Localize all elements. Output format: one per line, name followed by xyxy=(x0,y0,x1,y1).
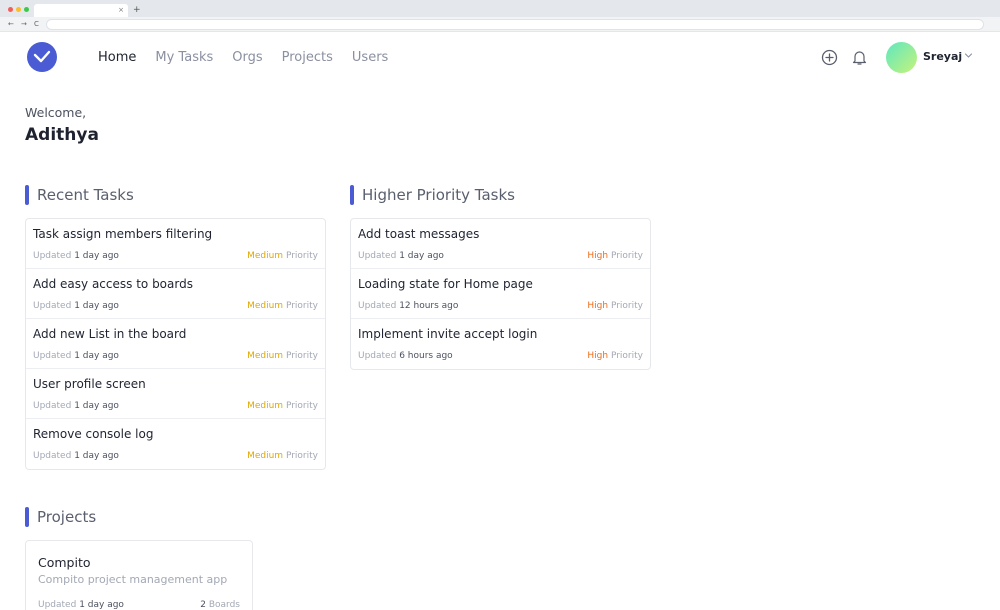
task-updated: Updated 12 hours ago xyxy=(358,301,459,311)
nav-home[interactable]: Home xyxy=(98,49,136,67)
task-title: Implement invite accept login xyxy=(358,327,538,341)
task-row[interactable]: Add easy access to boards Updated 1 day … xyxy=(26,269,325,319)
chevron-down-icon[interactable] xyxy=(964,51,973,60)
browser-chrome: × + ← → C xyxy=(0,0,1000,32)
section-accent-bar xyxy=(25,507,29,527)
user-name[interactable]: Sreyaj xyxy=(923,50,962,64)
project-updated: Updated 1 day ago xyxy=(38,600,124,610)
project-name: Compito xyxy=(38,555,91,570)
project-boards-count: 2 Boards xyxy=(200,600,240,610)
task-priority: Medium Priority xyxy=(247,351,318,361)
main-nav: Home My Tasks Orgs Projects Users xyxy=(98,49,407,67)
section-accent-bar xyxy=(350,185,354,205)
minimize-window-dot[interactable] xyxy=(16,7,21,12)
maximize-window-dot[interactable] xyxy=(24,7,29,12)
address-bar[interactable] xyxy=(46,19,984,30)
nav-users[interactable]: Users xyxy=(352,49,388,67)
task-priority: Medium Priority xyxy=(247,451,318,461)
close-window-dot[interactable] xyxy=(8,7,13,12)
reload-button[interactable]: C xyxy=(34,19,39,30)
projects-heading: Projects xyxy=(25,506,96,528)
welcome-name: Adithya xyxy=(25,125,99,145)
task-row[interactable]: Add new List in the board Updated 1 day … xyxy=(26,319,325,369)
task-priority: High Priority xyxy=(587,351,643,361)
task-row[interactable]: Implement invite accept login Updated 6 … xyxy=(351,319,650,369)
task-title: Add toast messages xyxy=(358,227,480,241)
task-row[interactable]: User profile screen Updated 1 day ago Me… xyxy=(26,369,325,419)
bell-icon[interactable] xyxy=(851,49,868,66)
forward-button[interactable]: → xyxy=(21,19,27,30)
task-title: Loading state for Home page xyxy=(358,277,533,291)
task-updated: Updated 1 day ago xyxy=(33,251,119,261)
task-priority: High Priority xyxy=(587,301,643,311)
task-row[interactable]: Task assign members filtering Updated 1 … xyxy=(26,219,325,269)
task-updated: Updated 1 day ago xyxy=(33,401,119,411)
task-title: Add easy access to boards xyxy=(33,277,193,291)
task-updated: Updated 1 day ago xyxy=(358,251,444,261)
browser-tab[interactable]: × xyxy=(34,4,128,17)
task-title: Add new List in the board xyxy=(33,327,187,341)
task-updated: Updated 1 day ago xyxy=(33,451,119,461)
task-updated: Updated 6 hours ago xyxy=(358,351,453,361)
nav-projects[interactable]: Projects xyxy=(282,49,333,67)
project-description: Compito project management app xyxy=(38,573,228,586)
priority-tasks-title: Higher Priority Tasks xyxy=(362,186,515,204)
nav-my-tasks[interactable]: My Tasks xyxy=(155,49,213,67)
task-updated: Updated 1 day ago xyxy=(33,351,119,361)
priority-tasks-heading: Higher Priority Tasks xyxy=(350,184,515,206)
priority-tasks-card: Add toast messages Updated 1 day ago Hig… xyxy=(350,218,651,370)
plus-circle-icon[interactable] xyxy=(821,49,838,66)
nav-orgs[interactable]: Orgs xyxy=(232,49,262,67)
task-title: Task assign members filtering xyxy=(33,227,213,241)
task-updated: Updated 1 day ago xyxy=(33,301,119,311)
task-row[interactable]: Loading state for Home page Updated 12 h… xyxy=(351,269,650,319)
recent-tasks-card: Task assign members filtering Updated 1 … xyxy=(25,218,326,470)
avatar[interactable] xyxy=(886,42,917,73)
tab-close-icon[interactable]: × xyxy=(118,4,124,17)
task-title: User profile screen xyxy=(33,377,146,391)
section-accent-bar xyxy=(25,185,29,205)
check-logo-icon xyxy=(33,50,51,63)
task-priority: Medium Priority xyxy=(247,401,318,411)
app-logo[interactable] xyxy=(27,42,57,72)
task-row[interactable]: Remove console log Updated 1 day ago Med… xyxy=(26,419,325,469)
projects-title: Projects xyxy=(37,508,97,526)
recent-tasks-heading: Recent Tasks xyxy=(25,184,134,206)
task-row[interactable]: Add toast messages Updated 1 day ago Hig… xyxy=(351,219,650,269)
task-priority: Medium Priority xyxy=(247,301,318,311)
back-button[interactable]: ← xyxy=(8,19,14,30)
project-card[interactable]: Compito Compito project management app U… xyxy=(25,540,253,610)
task-title: Remove console log xyxy=(33,427,154,441)
task-priority: High Priority xyxy=(587,251,643,261)
recent-tasks-title: Recent Tasks xyxy=(37,186,134,204)
tab-strip: × + xyxy=(0,0,1000,17)
task-priority: Medium Priority xyxy=(247,251,318,261)
welcome-greeting: Welcome, xyxy=(25,105,87,120)
new-tab-button[interactable]: + xyxy=(133,4,141,17)
